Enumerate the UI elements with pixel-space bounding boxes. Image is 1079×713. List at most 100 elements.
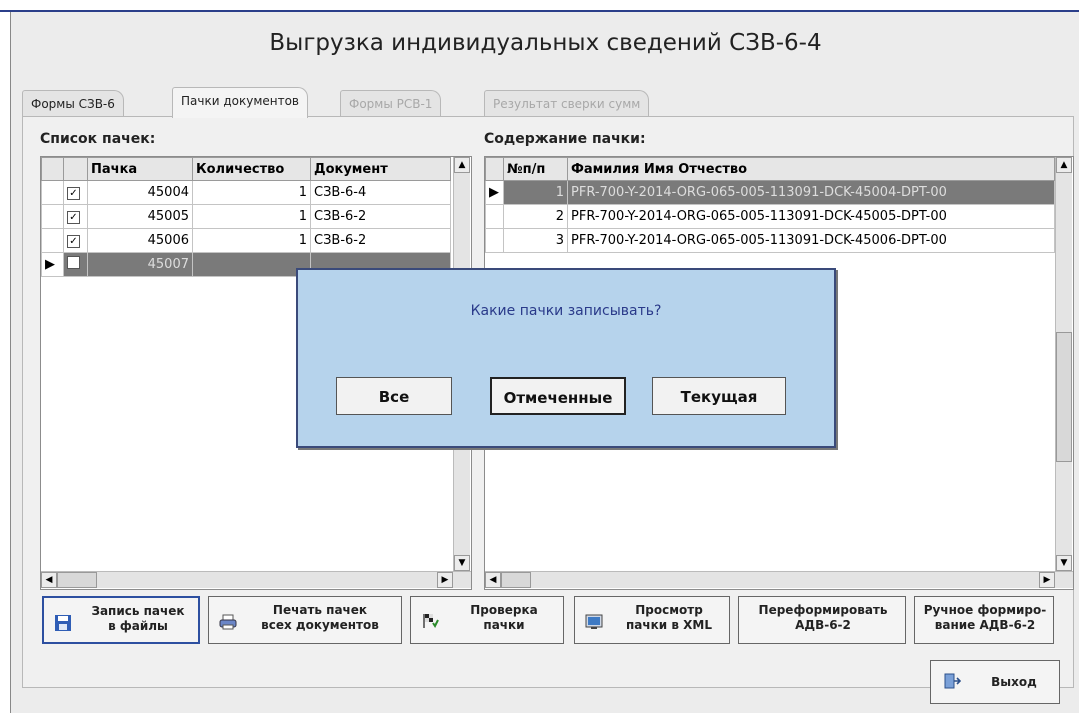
table-row[interactable]: ✓ 45006 1 СЗВ-6-2	[41, 228, 451, 253]
contents-vertical-scrollbar[interactable]: ▲ ▼	[1055, 157, 1072, 571]
button-label-line2: АДВ-6-2	[795, 618, 851, 632]
pack-count: 1	[192, 228, 311, 253]
button-label-line2: вание АДВ-6-2	[934, 618, 1036, 632]
monitor-icon	[585, 614, 603, 629]
marked-button[interactable]: Отмеченные	[490, 377, 626, 415]
pack-number: 45005	[87, 204, 193, 229]
tab-rsv1-forms[interactable]: Формы РСВ-1	[340, 90, 442, 117]
pack-count: 1	[192, 180, 311, 205]
all-button[interactable]: Все	[336, 377, 452, 415]
checkbox-unchecked[interactable]	[67, 256, 80, 269]
row-checkbox-cell[interactable]: ✓	[63, 204, 88, 229]
pack-document: СЗВ-6-2	[310, 228, 451, 253]
pack-number: 45006	[87, 228, 193, 253]
scroll-left-icon[interactable]: ◀	[485, 572, 501, 588]
button-label-line2: пачки в XML	[626, 618, 712, 632]
scroll-up-icon[interactable]: ▲	[1056, 157, 1072, 173]
table-row[interactable]: 3 PFR-700-Y-2014-ORG-065-005-113091-DCK-…	[485, 228, 1055, 253]
checkbox-checked[interactable]: ✓	[67, 211, 80, 224]
pack-document: СЗВ-6-4	[310, 180, 451, 205]
pack-contents-caption: Содержание пачки:	[484, 131, 646, 147]
row-name: PFR-700-Y-2014-ORG-065-005-113091-DCK-45…	[567, 180, 1055, 205]
button-label-line1: Ручное формиро-	[923, 603, 1047, 617]
table-row[interactable]: ✓ 45005 1 СЗВ-6-2	[41, 204, 451, 229]
row-number: 3	[503, 228, 568, 253]
scroll-left-icon[interactable]: ◀	[41, 572, 57, 588]
packs-horizontal-scrollbar[interactable]: ◀ ▶	[41, 571, 471, 588]
row-indicator-header	[41, 157, 64, 181]
scrollbar-thumb[interactable]	[501, 572, 531, 588]
row-checkbox-cell[interactable]: ✓	[63, 180, 88, 205]
table-row-selected[interactable]: ▶ 1 PFR-700-Y-2014-ORG-065-005-113091-DC…	[485, 180, 1055, 205]
column-header-pack[interactable]: Пачка	[87, 157, 193, 181]
exit-label: Выход	[991, 675, 1037, 689]
exit-button[interactable]: Выход	[930, 660, 1060, 704]
pack-number: 45004	[87, 180, 193, 205]
view-pack-xml-button[interactable]: Просмотр пачки в XML	[574, 596, 730, 644]
packs-grid-header: Пачка Количество Документ	[41, 157, 451, 181]
row-indicator-arrow-icon: ▶	[485, 180, 504, 205]
row-checkbox-cell[interactable]	[63, 252, 88, 277]
scrollbar-thumb[interactable]	[57, 572, 97, 588]
button-label-line1: Просмотр	[635, 603, 703, 617]
tab-document-packs[interactable]: Пачки документов	[172, 87, 309, 118]
button-label-line2: всех документов	[261, 618, 379, 632]
pack-document: СЗВ-6-2	[310, 204, 451, 229]
scroll-up-icon[interactable]: ▲	[454, 157, 470, 173]
scroll-right-icon[interactable]: ▶	[437, 572, 453, 588]
scrollbar-thumb[interactable]	[1056, 332, 1072, 462]
button-label-line2: пачки	[483, 618, 525, 632]
row-number: 2	[503, 204, 568, 229]
row-indicator	[485, 204, 504, 229]
pack-contents-header: №п/п Фамилия Имя Отчество	[485, 157, 1055, 181]
tab-szv6-forms[interactable]: Формы СЗВ-6	[22, 90, 124, 117]
row-number: 1	[503, 180, 568, 205]
column-header-full-name[interactable]: Фамилия Имя Отчество	[567, 157, 1055, 181]
row-indicator	[41, 228, 64, 253]
row-indicator	[41, 204, 64, 229]
row-name: PFR-700-Y-2014-ORG-065-005-113091-DCK-45…	[567, 228, 1055, 253]
column-header-count[interactable]: Количество	[192, 157, 311, 181]
printer-icon	[219, 614, 237, 630]
row-indicator-header	[485, 157, 504, 181]
write-packs-to-files-button[interactable]: Запись пачек в файлы	[42, 596, 200, 644]
current-button[interactable]: Текущая	[652, 377, 786, 415]
row-indicator	[41, 180, 64, 205]
checkbox-checked[interactable]: ✓	[67, 187, 80, 200]
row-indicator-arrow-icon: ▶	[41, 252, 64, 277]
pack-count: 1	[192, 204, 311, 229]
choose-packs-dialog: Какие пачки записывать? Все Отмеченные Т…	[296, 268, 836, 448]
table-row[interactable]: 2 PFR-700-Y-2014-ORG-065-005-113091-DCK-…	[485, 204, 1055, 229]
flag-check-icon	[423, 614, 439, 628]
window-title: Выгрузка индивидуальных сведений СЗВ-6-4	[269, 30, 822, 56]
column-header-number[interactable]: №п/п	[503, 157, 568, 181]
button-label-line1: Запись пачек	[91, 604, 185, 618]
scroll-down-icon[interactable]: ▼	[1056, 555, 1072, 571]
check-pack-button[interactable]: Проверка пачки	[410, 596, 564, 644]
manual-form-adv62-button[interactable]: Ручное формиро-вание АДВ-6-2	[914, 596, 1054, 644]
check-column-header	[63, 157, 88, 181]
dialog-question: Какие пачки записывать?	[470, 303, 662, 319]
row-name: PFR-700-Y-2014-ORG-065-005-113091-DCK-45…	[567, 204, 1055, 229]
print-packs-button[interactable]: Печать пачек всех документов	[208, 596, 402, 644]
button-label-line2: в файлы	[108, 619, 168, 633]
contents-horizontal-scrollbar[interactable]: ◀ ▶	[485, 571, 1073, 588]
row-checkbox-cell[interactable]: ✓	[63, 228, 88, 253]
reform-adv62-button[interactable]: Переформировать АДВ-6-2	[738, 596, 906, 644]
table-row[interactable]: ✓ 45004 1 СЗВ-6-4	[41, 180, 451, 205]
checkbox-checked[interactable]: ✓	[67, 235, 80, 248]
scroll-right-icon[interactable]: ▶	[1039, 572, 1055, 588]
column-header-document[interactable]: Документ	[310, 157, 451, 181]
pack-number: 45007	[87, 252, 193, 277]
tab-sum-reconciliation[interactable]: Результат сверки сумм	[484, 90, 650, 117]
packs-list-caption: Список пачек:	[40, 131, 156, 147]
pack-count	[192, 252, 311, 277]
row-indicator	[485, 228, 504, 253]
button-label-line1: Переформировать	[758, 603, 888, 617]
floppy-disk-icon	[55, 615, 71, 631]
exit-door-icon	[944, 673, 961, 689]
scroll-down-icon[interactable]: ▼	[454, 555, 470, 571]
window-top-border	[0, 0, 1079, 12]
button-label-line1: Печать пачек	[272, 603, 368, 617]
button-label-line1: Проверка	[470, 603, 538, 617]
